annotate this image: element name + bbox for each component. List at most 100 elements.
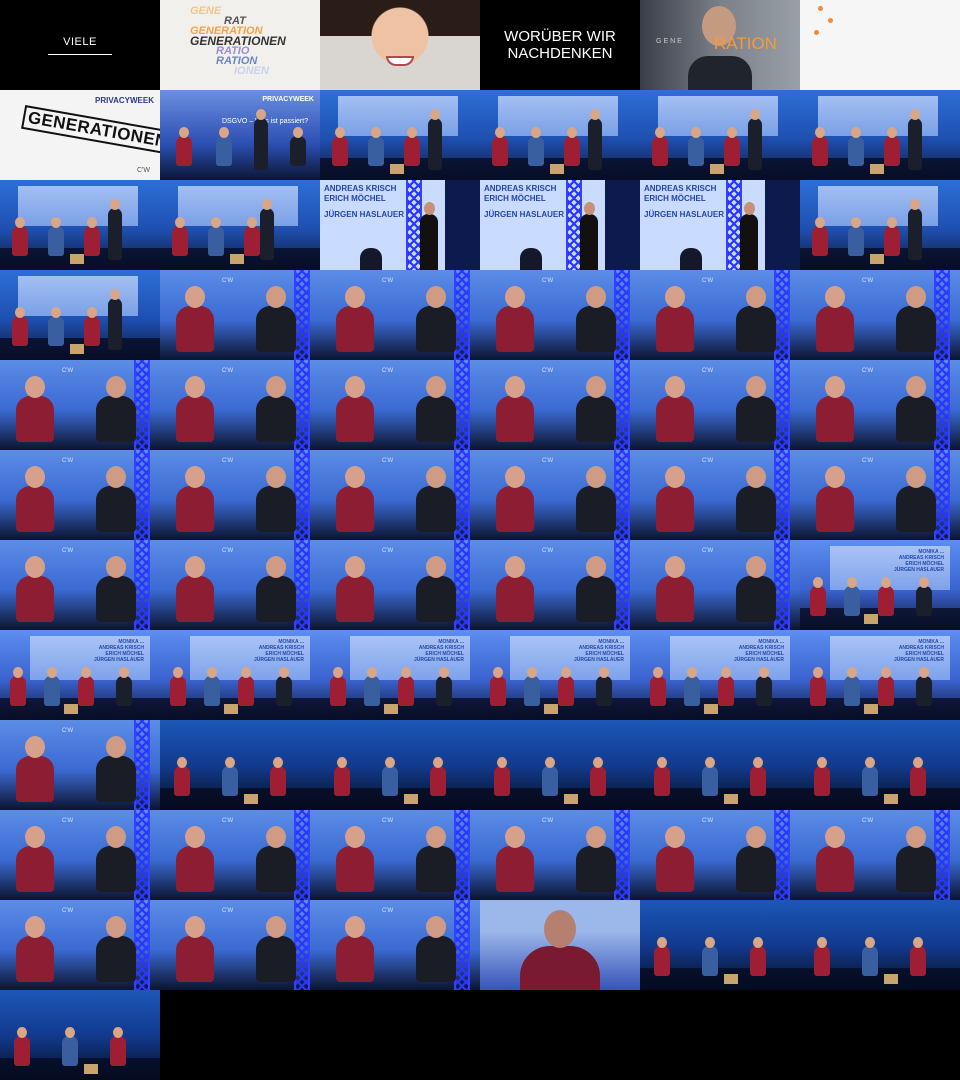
thumbnail-panel-dark[interactable]: [480, 720, 640, 810]
thumbnail-viele[interactable]: VIELE: [0, 0, 160, 90]
panelist-red: [174, 757, 190, 796]
thumbnail-closeup-two-men[interactable]: C'W: [640, 360, 800, 450]
thumbnail-closeup-two-men[interactable]: C'W: [480, 270, 640, 360]
thumbnail-ration-portrait[interactable]: GENE RATION: [640, 0, 800, 90]
thumbnail-panel-with-names-screen[interactable]: MONIKA ... ANDREAS KRISCH ERICH MÖCHEL J…: [0, 630, 160, 720]
thumbnail-panel-dark[interactable]: [640, 900, 800, 990]
thumbnail-panel-dark[interactable]: [0, 990, 160, 1080]
panelist-blue: [204, 667, 220, 706]
thumbnail-smiling-face[interactable]: [320, 0, 480, 90]
guest-dark-jacket: [416, 376, 456, 442]
thumbnail-closeup-two-men[interactable]: C'W: [640, 270, 800, 360]
thumbnail-panel-with-names-screen[interactable]: MONIKA ... ANDREAS KRISCH ERICH MÖCHEL J…: [640, 630, 800, 720]
thumbnail-closeup-two-men[interactable]: C'W: [160, 540, 320, 630]
ration-word: RATION: [714, 34, 777, 53]
panelist-dark: [596, 667, 612, 706]
thumbnail-portrait-closeup[interactable]: [480, 900, 640, 990]
thumbnail-closeup-two-men[interactable]: C'W: [320, 360, 480, 450]
thumbnail-closeup-two-men[interactable]: C'W: [640, 450, 800, 540]
stage-truss: [134, 540, 150, 630]
thumbnail-closeup-two-men[interactable]: C'W: [0, 720, 160, 810]
thumbnail-panel-wide[interactable]: [640, 90, 800, 180]
thumbnail-panel-dark[interactable]: [640, 720, 800, 810]
thumbnail-closeup-two-men[interactable]: C'W: [160, 450, 320, 540]
thumbnail-panel-dark[interactable]: [320, 720, 480, 810]
stage-truss: [134, 360, 150, 450]
thumbnail-closeup-two-men[interactable]: C'W: [800, 810, 960, 900]
thumbnail-panel-with-names-screen[interactable]: MONIKA ... ANDREAS KRISCH ERICH MÖCHEL J…: [800, 540, 960, 630]
thumbnail-closeup-two-men[interactable]: C'W: [160, 270, 320, 360]
thumbnail-closeup-two-men[interactable]: C'W: [320, 900, 480, 990]
thumbnail-panel-with-names-screen[interactable]: MONIKA ... ANDREAS KRISCH ERICH MÖCHEL J…: [160, 630, 320, 720]
thumbnail-closeup-two-men[interactable]: C'W: [800, 270, 960, 360]
thumbnail-closeup-two-men[interactable]: C'W: [0, 360, 160, 450]
cw-logo: C'W: [382, 368, 394, 374]
stage-truss: [454, 810, 470, 900]
stage-truss: [774, 810, 790, 900]
panelist-red: [812, 127, 828, 166]
thumbnail-panel-with-names-screen[interactable]: MONIKA ... ANDREAS KRISCH ERICH MÖCHEL J…: [480, 630, 640, 720]
cw-logo: C'W: [862, 278, 874, 284]
thumbnail-speaker-names[interactable]: ANDREAS KRISCH ERICH MÖCHEL JÜRGEN HASLAU…: [640, 180, 800, 270]
panelist-red: [878, 667, 894, 706]
guest-red-shirt: [176, 916, 214, 982]
seated-guest: [680, 248, 702, 270]
thumbnail-closeup-two-men[interactable]: C'W: [480, 810, 640, 900]
guest-red-shirt: [336, 826, 374, 892]
stage-truss: [294, 900, 310, 990]
thumbnail-closeup-two-men[interactable]: C'W: [0, 900, 160, 990]
thumbnail-talk-slide[interactable]: PRIVACYWEEK DSGVO – Was ist passiert?: [160, 90, 320, 180]
guest-portrait: [520, 910, 600, 990]
thumbnail-panel-wide[interactable]: [0, 180, 160, 270]
thumbnail-closeup-two-men[interactable]: C'W: [320, 810, 480, 900]
thumbnail-closeup-two-men[interactable]: C'W: [320, 540, 480, 630]
thumbnail-panel-with-names-screen[interactable]: MONIKA ... ANDREAS KRISCH ERICH MÖCHEL J…: [800, 630, 960, 720]
thumbnail-panel-with-names-screen[interactable]: MONIKA ... ANDREAS KRISCH ERICH MÖCHEL J…: [320, 630, 480, 720]
thumbnail-woruber[interactable]: WORÜBER WIR NACHDENKEN: [480, 0, 640, 90]
thumbnail-closeup-two-men[interactable]: C'W: [320, 270, 480, 360]
guest-dark-jacket: [736, 286, 776, 352]
thumbnail-panel-dark[interactable]: [800, 900, 960, 990]
speaker-names-text: ANDREAS KRISCH ERICH MÖCHEL: [484, 184, 557, 203]
woruber-title: WORÜBER WIR NACHDENKEN: [504, 28, 616, 62]
thumbnail-speaker-names[interactable]: ANDREAS KRISCH ERICH MÖCHEL JÜRGEN HASLAU…: [480, 180, 640, 270]
thumbnail-panel-wide[interactable]: [0, 270, 160, 360]
guest-red-shirt: [656, 556, 694, 622]
thumbnail-closeup-two-men[interactable]: C'W: [800, 360, 960, 450]
thumbnail-speaker-names[interactable]: ANDREAS KRISCH ERICH MÖCHEL JÜRGEN HASLAU…: [320, 180, 480, 270]
guest-dark-jacket: [416, 466, 456, 532]
cw-logo: C'W: [137, 167, 150, 174]
side-table: [64, 704, 78, 714]
guest-dark-jacket: [576, 376, 616, 442]
thumbnail-panel-wide[interactable]: [320, 90, 480, 180]
thumbnail-closeup-two-men[interactable]: C'W: [0, 450, 160, 540]
thumbnail-panel-wide[interactable]: [160, 180, 320, 270]
thumbnail-closeup-two-men[interactable]: C'W: [800, 450, 960, 540]
thumbnail-closeup-two-men[interactable]: C'W: [640, 810, 800, 900]
thumbnail-closeup-two-men[interactable]: C'W: [480, 450, 640, 540]
panelist-red: [590, 757, 606, 796]
thumbnail-closeup-two-men[interactable]: C'W: [320, 450, 480, 540]
thumbnail-closeup-two-men[interactable]: C'W: [160, 360, 320, 450]
thumbnail-panel-wide[interactable]: [800, 180, 960, 270]
stage-truss: [454, 360, 470, 450]
thumbnail-panel-wide[interactable]: [800, 90, 960, 180]
thumbnail-panel-dark[interactable]: [160, 720, 320, 810]
thumbnail-closeup-two-men[interactable]: C'W: [480, 360, 640, 450]
panelist-red: [12, 217, 28, 256]
thumbnail-closeup-two-men[interactable]: C'W: [640, 540, 800, 630]
thumbnail-closeup-two-men[interactable]: C'W: [0, 810, 160, 900]
thumbnail-closeup-two-men[interactable]: C'W: [160, 810, 320, 900]
cw-logo: C'W: [702, 548, 714, 554]
thumbnail-generationen-stamp[interactable]: PRIVACYWEEK GENERATIONEN C'W: [0, 90, 160, 180]
screen-names: MONIKA ... ANDREAS KRISCH ERICH MÖCHEL J…: [573, 639, 624, 663]
stage-truss: [294, 360, 310, 450]
thumbnail-panel-dark[interactable]: [800, 720, 960, 810]
thumbnail-closeup-two-men[interactable]: C'W: [0, 540, 160, 630]
thumbnail-closeup-two-men[interactable]: C'W: [480, 540, 640, 630]
thumbnail-generation-words[interactable]: GENE RAT GENERATION GENERATIONEN RATIO R…: [160, 0, 320, 90]
thumbnail-panel-wide[interactable]: [480, 90, 640, 180]
moderator: [908, 109, 922, 170]
thumbnail-dots-graphic[interactable]: [800, 0, 960, 90]
thumbnail-closeup-two-men[interactable]: C'W: [160, 900, 320, 990]
